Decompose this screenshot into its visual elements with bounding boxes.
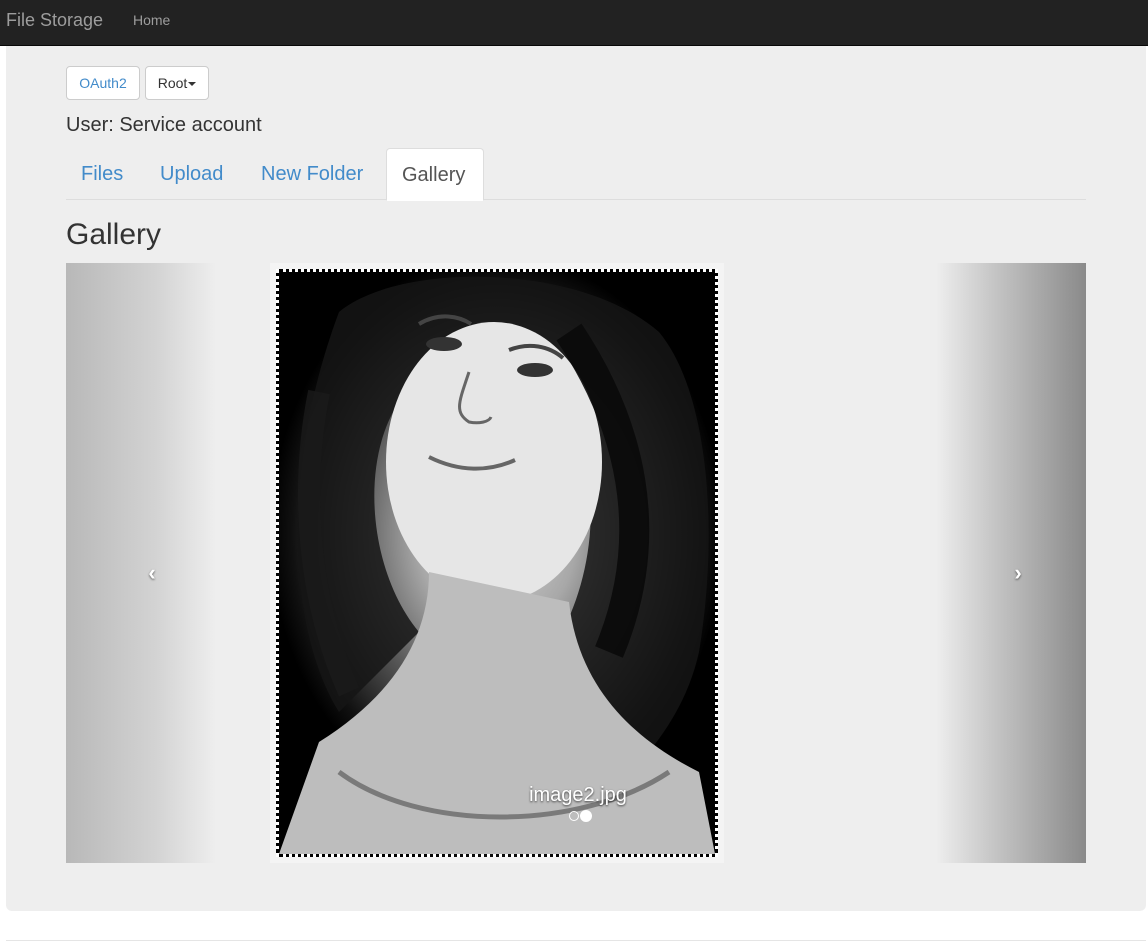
tab-upload[interactable]: Upload: [145, 148, 238, 200]
carousel-next-control[interactable]: ›: [936, 263, 1086, 863]
root-dropdown-label: Root: [157, 75, 188, 91]
oauth2-button-label: OAuth2: [79, 75, 127, 91]
oauth2-button[interactable]: OAuth2: [66, 66, 140, 100]
tab-gallery[interactable]: Gallery: [386, 148, 484, 201]
carousel-indicator-2[interactable]: [580, 810, 592, 822]
root-dropdown-button[interactable]: Root: [145, 66, 209, 100]
chevron-left-icon: ‹: [148, 560, 156, 585]
nav-link-home[interactable]: Home: [133, 12, 170, 29]
tab-new-folder[interactable]: New Folder: [246, 148, 378, 200]
gallery-photo: image2.jpg: [276, 269, 718, 857]
carousel-prev-control[interactable]: ‹: [66, 263, 216, 863]
gallery-heading: Gallery: [66, 218, 162, 251]
main-panel: OAuth2 Root User: Service account Files …: [6, 46, 1146, 911]
tab-files[interactable]: Files: [66, 148, 138, 200]
caret-down-icon: [188, 82, 197, 87]
navbar-brand[interactable]: File Storage: [6, 10, 103, 30]
top-navbar: File Storage Home: [0, 0, 1148, 46]
footer-divider: [6, 940, 1146, 941]
image-carousel: ‹ image2.jpg ›: [66, 263, 1086, 863]
slide-caption: image2.jpg: [529, 784, 627, 806]
carousel-indicators: [569, 810, 609, 824]
chevron-right-icon: ›: [1014, 560, 1022, 585]
carousel-indicator-1[interactable]: [569, 811, 579, 821]
portrait-illustration: [279, 276, 715, 854]
user-info: User: Service account: [66, 114, 262, 136]
tab-bar: Files Upload New Folder Gallery: [66, 148, 1086, 201]
carousel-slide: image2.jpg: [270, 263, 724, 863]
